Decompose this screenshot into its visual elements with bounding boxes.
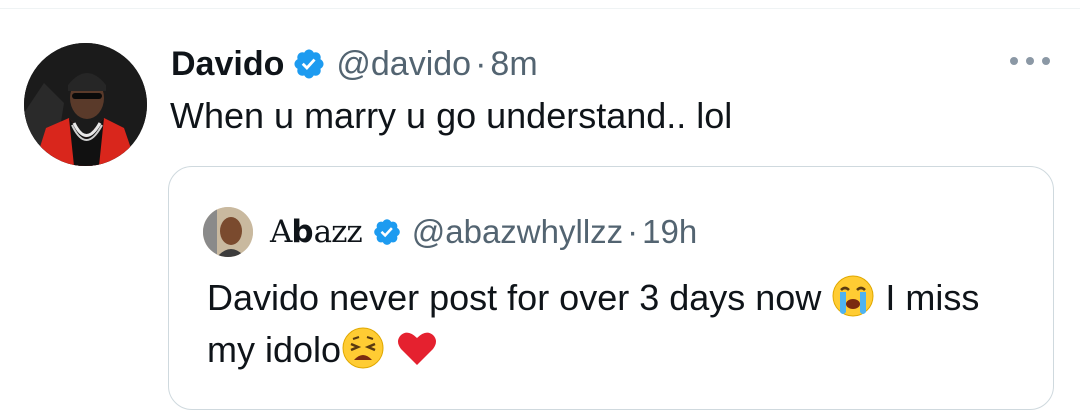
loudly-crying-face-emoji xyxy=(831,274,875,318)
quoted-author-name-suffix: azz xyxy=(313,214,363,250)
author-handle[interactable]: @davido xyxy=(336,45,471,84)
top-divider xyxy=(0,8,1080,9)
quoted-tweet-text: Davido never post for over 3 days now I … xyxy=(207,272,1027,376)
separator: · xyxy=(627,213,639,250)
tweet-header: Davido @davido · 8m xyxy=(171,40,538,88)
abazz-avatar[interactable] xyxy=(203,207,253,257)
quoted-author-handle[interactable]: @abazwhyllzz xyxy=(412,213,623,251)
quoted-author-name-bold: b xyxy=(291,214,314,250)
quoted-author-name[interactable]: Abazz xyxy=(270,214,363,250)
quoted-author-name-prefix: A xyxy=(270,214,292,250)
verified-badge-icon xyxy=(372,217,402,247)
tweet-text: When u marry u go understand.. lol xyxy=(170,95,733,136)
tweet-time[interactable]: 8m xyxy=(490,45,537,84)
quoted-tweet[interactable]: Abazz @abazwhyllzz · 19h Davido never po… xyxy=(168,166,1054,410)
separator: · xyxy=(475,44,487,83)
red-heart-emoji xyxy=(395,326,439,370)
quoted-tweet-time[interactable]: 19h xyxy=(642,213,697,251)
davido-avatar[interactable] xyxy=(24,43,147,166)
quoted-tweet-header: Abazz @abazwhyllzz · 19h xyxy=(270,207,697,257)
author-name[interactable]: Davido xyxy=(171,45,284,84)
weary-face-emoji xyxy=(341,326,385,370)
quoted-text-part1: Davido never post for over 3 days now xyxy=(207,277,822,318)
more-icon[interactable] xyxy=(1010,48,1050,74)
verified-badge-icon xyxy=(292,47,326,81)
